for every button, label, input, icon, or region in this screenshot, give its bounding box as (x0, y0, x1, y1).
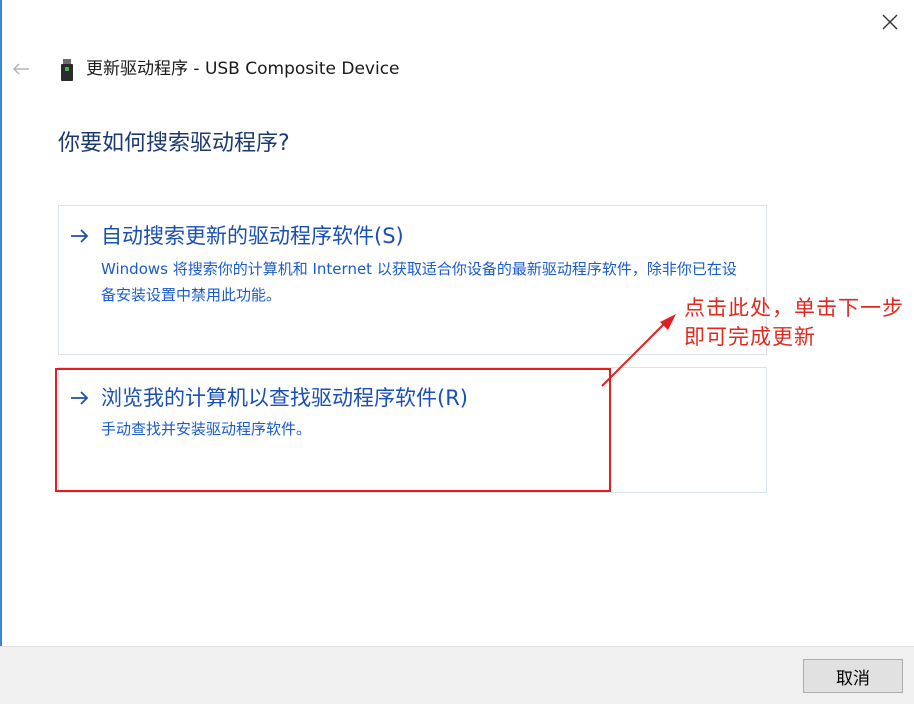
annotation-highlight-box (55, 368, 611, 492)
close-icon (882, 14, 898, 30)
back-arrow-icon (12, 63, 29, 75)
close-button[interactable] (866, 0, 914, 44)
auto-search-option-label: 自动搜索更新的驱动程序软件(S) (101, 224, 404, 248)
footer-bar (0, 646, 914, 704)
window-title: 更新驱动程序 - USB Composite Device (86, 59, 400, 79)
auto-search-option-description: Windows 将搜索你的计算机和 Internet 以获取适合你设备的最新驱动… (101, 260, 737, 304)
annotation-arrow-icon (601, 314, 676, 387)
back-button[interactable] (8, 56, 34, 82)
cancel-button[interactable]: 取消 (803, 659, 903, 693)
window-left-edge (0, 0, 2, 704)
annotation-text: 点击此处，单击下一步即可完成更新 (684, 296, 904, 349)
arrow-right-icon (71, 229, 89, 243)
usb-device-icon (61, 59, 73, 81)
page-title: 你要如何搜索驱动程序? (58, 131, 290, 156)
